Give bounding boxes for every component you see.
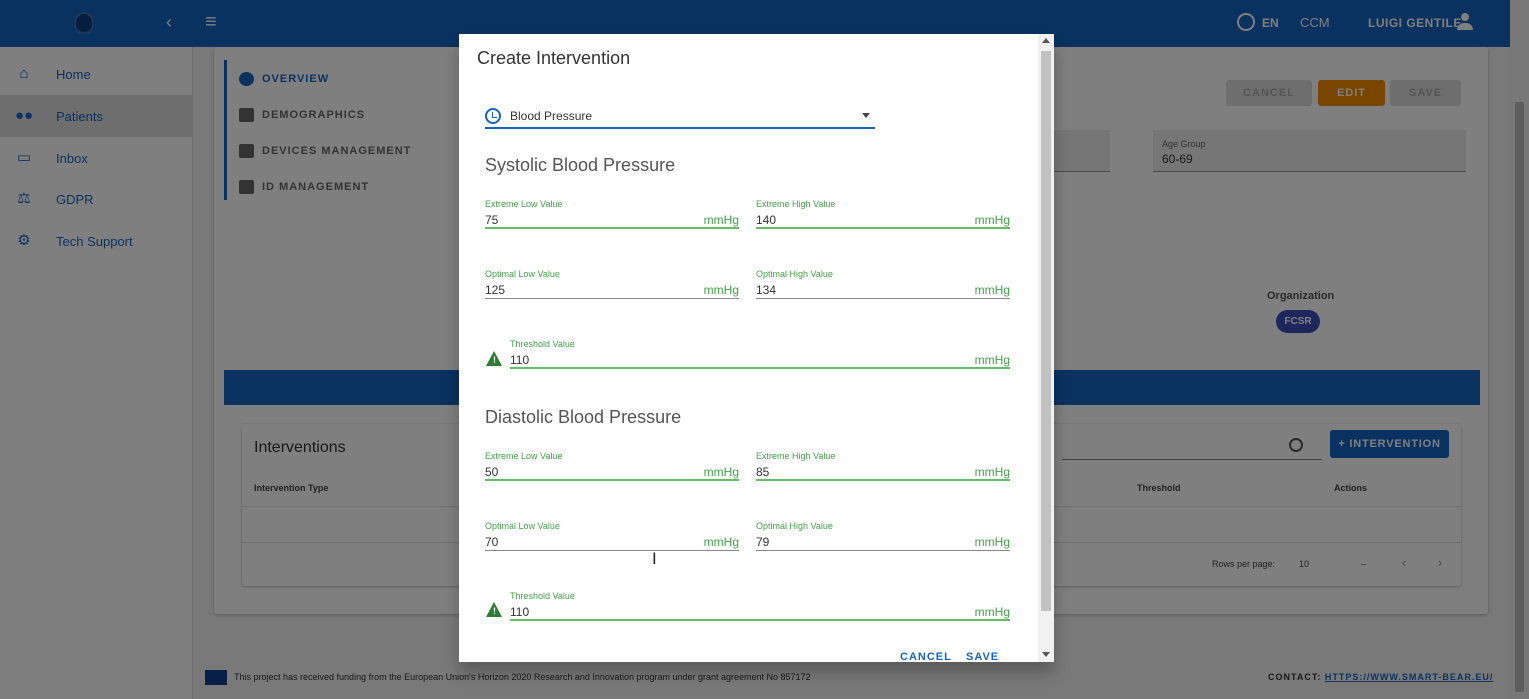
field-value: 79 [756,535,770,549]
field-label: Optimal High Value [756,521,833,531]
field-unit: mmHg [703,283,739,297]
scroll-up-icon[interactable] [1042,38,1050,43]
field-value: 140 [756,213,777,227]
field-label: Threshold Value [510,591,575,601]
systolic-extreme-high-field[interactable]: Extreme High Value 140 mmHg [756,199,1010,229]
field-label: Extreme Low Value [485,451,563,461]
field-label: Extreme High Value [756,451,836,461]
field-unit: mmHg [703,535,739,549]
diastolic-optimal-low-field[interactable]: Optimal Low Value 70 mmHg [485,521,739,551]
field-value: 110 [510,353,530,367]
field-label: Extreme Low Value [485,199,563,209]
field-label: Threshold Value [510,339,575,349]
diastolic-extreme-low-field[interactable]: Extreme Low Value 50 mmHg [485,451,739,481]
chevron-down-icon[interactable] [862,113,870,118]
diastolic-threshold-field[interactable]: Threshold Value 110 mmHg [510,591,1010,621]
field-unit: mmHg [974,535,1010,549]
intervention-type-value: Blood Pressure [510,109,593,123]
dialog-scrollbar-thumb[interactable] [1041,51,1051,611]
field-value: 134 [756,283,777,297]
warning-icon [486,351,503,366]
field-unit: mmHg [974,605,1010,619]
warning-icon [486,602,503,617]
systolic-optimal-high-field[interactable]: Optimal High Value 134 mmHg [756,269,1010,299]
field-label: Optimal Low Value [485,521,560,531]
dialog-cancel-button[interactable]: CANCEL [900,651,952,662]
create-intervention-dialog: Create Intervention Blood Pressure Systo… [459,34,1054,662]
dialog-save-button[interactable]: SAVE [966,651,999,662]
field-unit: mmHg [974,465,1010,479]
field-unit: mmHg [974,283,1010,297]
field-label: Extreme High Value [756,199,836,209]
systolic-extreme-low-field[interactable]: Extreme Low Value 75 mmHg [485,199,739,229]
diastolic-extreme-high-field[interactable]: Extreme High Value 85 mmHg [756,451,1010,481]
field-value: 85 [756,465,770,479]
field-unit: mmHg [703,465,739,479]
systolic-threshold-field[interactable]: Threshold Value 110 mmHg [510,339,1010,369]
field-label: Optimal High Value [756,269,833,279]
field-value: 75 [485,213,499,227]
field-value: 125 [485,283,506,297]
scroll-down-icon[interactable] [1042,652,1050,657]
dialog-title: Create Intervention [477,48,631,68]
intervention-type-select[interactable]: Blood Pressure [485,106,875,129]
field-unit: mmHg [974,353,1010,367]
field-value: 110 [510,605,530,619]
systolic-heading: Systolic Blood Pressure [485,155,676,175]
dialog-scrollbar[interactable] [1038,34,1054,662]
field-label: Optimal Low Value [485,269,560,279]
field-unit: mmHg [703,213,739,227]
field-value: 50 [485,465,499,479]
diastolic-optimal-high-field[interactable]: Optimal High Value 79 mmHg [756,521,1010,551]
alarm-icon [485,108,501,124]
text-cursor-icon: I [652,549,657,568]
field-unit: mmHg [974,213,1010,227]
diastolic-heading: Diastolic Blood Pressure [485,407,682,427]
field-value: 70 [485,535,499,549]
systolic-optimal-low-field[interactable]: Optimal Low Value 125 mmHg [485,269,739,299]
